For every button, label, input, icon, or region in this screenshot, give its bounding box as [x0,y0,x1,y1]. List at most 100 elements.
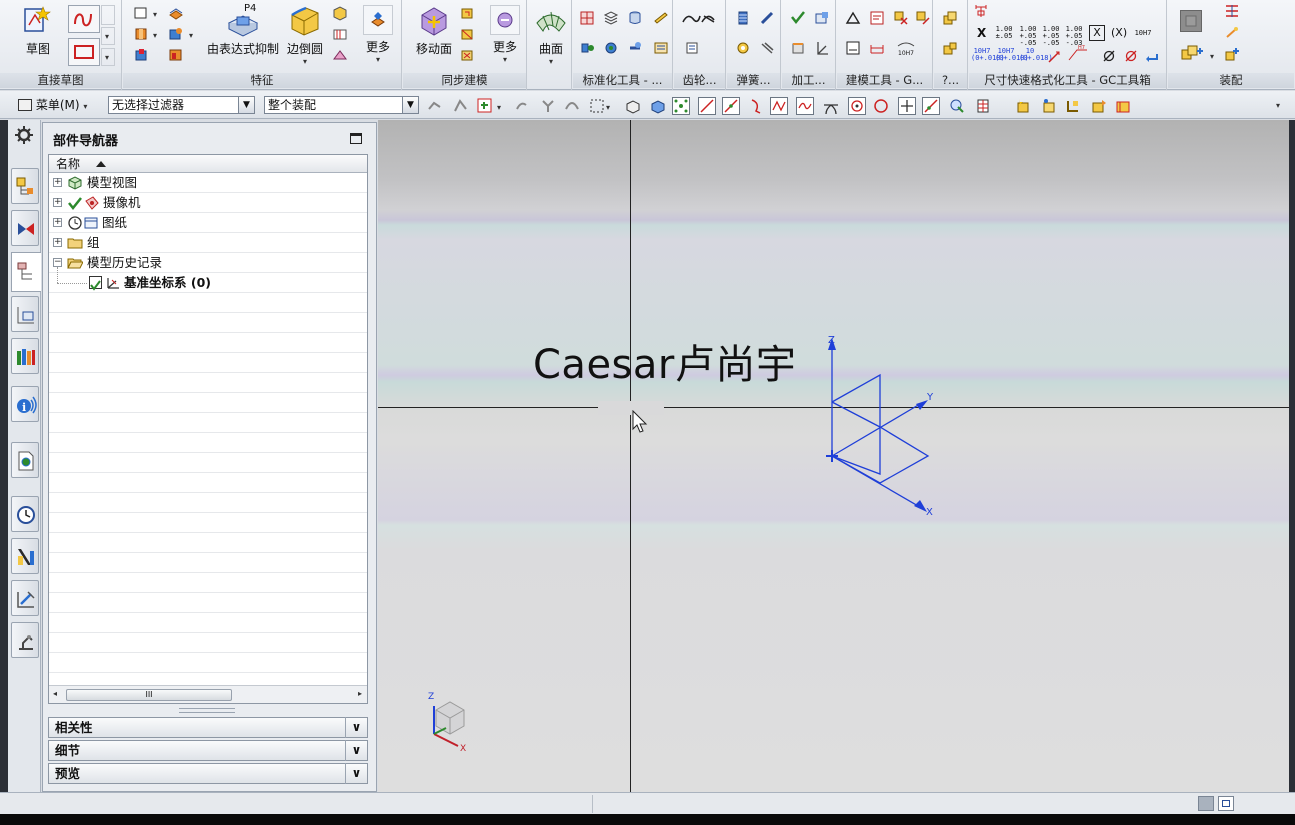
snap-line-button[interactable] [698,97,716,115]
part-navigator-tab[interactable] [11,252,41,292]
snap-tangent-button[interactable] [822,97,840,115]
chevron-down-icon[interactable]: ∨ [345,717,367,738]
chevron-down-icon[interactable]: ∨ [345,763,367,784]
snap-endpoint-button[interactable] [672,97,690,115]
select-feature-button[interactable] [426,97,444,115]
spring-tool-button[interactable] [735,10,753,26]
machining-tool-button[interactable] [790,10,808,26]
move-face-button[interactable]: 移动面 [411,3,457,57]
std-tool-3-button[interactable] [627,10,645,26]
expand-icon[interactable]: + [53,198,62,207]
more-feature-button[interactable]: 更多 ▾ [358,3,398,64]
model-tool-7-button[interactable]: 10H7 [895,40,917,56]
snap-bounded-button[interactable] [974,97,992,115]
snap-center-button[interactable] [848,97,866,115]
chamfer-button[interactable] [332,5,350,21]
maximize-icon[interactable] [350,133,362,144]
surface-button[interactable]: 曲面 ▾ [532,3,570,66]
scrollbar-thumb[interactable]: III [66,689,232,701]
sketch-dropdown-3[interactable]: ▾ [101,48,115,66]
sketch-dropdown-1[interactable] [101,5,115,25]
std-tool-7-button[interactable] [627,40,645,56]
toolbar-tool-4-button[interactable] [1014,97,1032,115]
std-tool-4-button[interactable] [653,10,671,26]
tree-item-datum-csys[interactable]: 基准坐标系 (0) [49,267,367,293]
selection-filter-dropdown[interactable]: 无选择过滤器 ▼ [108,96,255,114]
panel-preview[interactable]: 预览 ∨ [48,763,368,784]
view-layout-full-button[interactable] [1218,796,1234,811]
web-browser-tab[interactable]: i [11,386,39,422]
snap-midpoint-button[interactable] [722,97,740,115]
rectangle-select-dropdown[interactable]: ▾ [606,99,624,117]
role-tab[interactable] [11,580,39,616]
std-tool-6-button[interactable] [603,40,621,56]
constraint-navigator-tab[interactable] [11,210,39,246]
snap-existing-button[interactable] [922,97,940,115]
snap-spline-button[interactable] [796,97,814,115]
select-body-button[interactable] [624,97,642,115]
dim-diameter-button[interactable] [1101,48,1119,64]
panel-dependencies[interactable]: 相关性 ∨ [48,717,368,738]
toolbar-tool-2-button[interactable] [539,97,557,115]
reuse-library-tab[interactable] [11,296,39,332]
toolbar-tool-6-button[interactable] [1064,97,1082,115]
model-tool-6-button[interactable] [869,40,887,56]
gear-tool-2-button[interactable] [684,40,702,56]
model-tool-4-button[interactable] [915,10,933,26]
dim-tol-2-button[interactable]: 1.00 +.05 -.05 [1018,26,1038,47]
graphics-window[interactable]: Caesar卢尚宇 Z Y X Z X [378,120,1290,792]
scroll-right-icon[interactable]: ▸ [358,689,362,698]
dim-reset-button[interactable] [973,3,991,19]
collapse-icon[interactable]: − [53,258,62,267]
machining-tool-2-button[interactable] [814,10,832,26]
assembly-tool-1-button[interactable] [1224,3,1242,19]
snap-quadrant-button[interactable] [872,97,890,115]
expand-icon[interactable]: + [53,238,62,247]
gear-tool-button[interactable] [680,10,720,26]
std-tool-1-button[interactable] [579,10,597,26]
more-sync-button[interactable]: 更多 ▾ [485,3,525,64]
misc-tool-1-button[interactable] [942,10,960,26]
dim-fit-3-button[interactable]: 10H7 (0+.018) [995,48,1029,62]
selection-scope-dropdown[interactable]: 整个装配 ▼ [264,96,419,114]
expand-icon[interactable]: + [53,178,62,187]
dim-arrow-button[interactable] [1047,48,1065,64]
model-tool-1-button[interactable] [845,10,863,26]
extrude-button[interactable] [168,5,186,21]
block-button[interactable] [133,5,151,21]
pull-face-button[interactable] [459,5,477,21]
snap-curve-button[interactable] [748,97,766,115]
model-tool-3-button[interactable] [893,10,911,26]
replace-face-button[interactable] [459,47,477,63]
sketch-dropdown-2[interactable]: ▾ [101,27,115,45]
dim-fit-4-button[interactable]: 10 (0+.018) [1019,48,1053,62]
visualization-tab[interactable] [11,538,39,574]
std-tool-5-button[interactable] [579,40,597,56]
toolbar-tool-5-button[interactable] [1040,97,1058,115]
dim-leader-button[interactable]: H7 [1067,44,1089,61]
menu-button[interactable]: 菜单(M) ▾ [14,95,91,115]
machining-tool-3-button[interactable] [790,40,808,56]
model-tool-5-button[interactable] [845,40,863,56]
assembly-tool-2-button[interactable] [1224,25,1242,41]
sketch-button[interactable]: 草图 [16,3,60,57]
resource-bar-settings-button[interactable] [13,124,35,149]
dim-x-button[interactable]: X [977,26,986,40]
hole-button[interactable] [168,26,186,42]
toolbar-tool-3-button[interactable] [563,97,581,115]
horizontal-scrollbar[interactable]: ◂ III ▸ [49,685,367,703]
snap-face-button[interactable] [948,97,966,115]
toolbar-tool-8-button[interactable] [1114,97,1132,115]
spring-tool-4-button[interactable] [759,40,777,56]
chevron-down-icon[interactable]: ∨ [345,740,367,761]
rectangle-select-button[interactable] [588,97,606,115]
unite-button[interactable] [133,47,151,63]
dim-fit-2-button[interactable]: 10H7 (0+.018) [971,48,1005,62]
toolbar-overflow-arrow[interactable]: ▾ [1276,101,1280,110]
machining-tool-4-button[interactable] [814,40,832,56]
tree-item-cameras[interactable]: + 摄像机 [49,193,367,213]
model-tool-2-button[interactable] [869,10,887,26]
select-solid-button[interactable] [649,97,667,115]
checkbox-checked[interactable] [89,276,102,291]
toolbar-tool-7-button[interactable] [1090,97,1108,115]
